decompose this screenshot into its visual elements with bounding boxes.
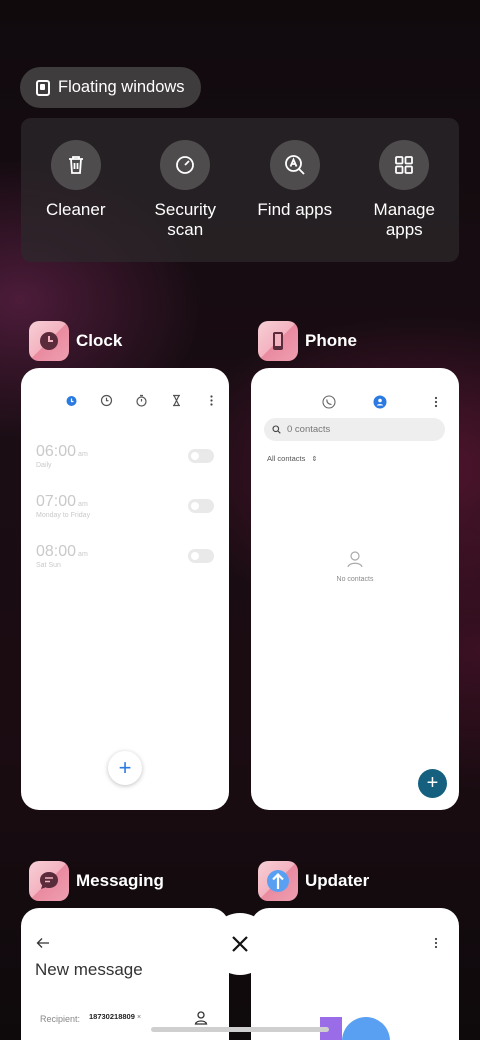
recipient-chip[interactable]: 18730218809 × — [89, 1012, 141, 1021]
clock-app-icon — [29, 321, 69, 361]
messaging-app-card[interactable]: New message Recipient: 18730218809 × — [21, 908, 229, 1040]
plus-icon: + — [426, 772, 439, 794]
call-log-tab-icon[interactable] — [322, 395, 336, 414]
grid-icon — [379, 140, 430, 190]
phone-app-card[interactable]: 0 contacts All contacts ⇕ No contacts + — [251, 368, 459, 810]
remove-recipient-icon[interactable]: × — [137, 1014, 141, 1021]
manage-apps-label: Manage apps — [373, 200, 435, 239]
alarm-repeat: Monday to Friday — [36, 512, 91, 519]
app-name-phone: Phone — [305, 331, 357, 350]
phone-app-icon — [258, 321, 298, 361]
find-apps-icon — [269, 140, 320, 190]
contacts-filter-label: All contacts — [267, 454, 306, 463]
app-name-updater: Updater — [305, 871, 370, 890]
alarm-row[interactable]: 06:00 am Daily — [36, 443, 214, 477]
clock-tabs — [65, 394, 218, 407]
security-scan-button[interactable]: Security scan — [131, 118, 241, 262]
security-scan-label: Security scan — [154, 200, 216, 239]
app-header-updater[interactable]: Updater — [258, 861, 369, 901]
more-options-icon[interactable] — [205, 394, 218, 407]
search-placeholder: 0 contacts — [287, 424, 331, 435]
find-apps-button[interactable]: Find apps — [240, 118, 350, 262]
new-message-title: New message — [35, 960, 143, 979]
security-scan-icon — [160, 140, 211, 190]
updater-app-card[interactable] — [251, 908, 459, 1040]
recipient-label: Recipient: — [40, 1014, 81, 1024]
cleaner-button[interactable]: Cleaner — [21, 118, 131, 262]
sort-arrows-icon: ⇕ — [311, 456, 318, 463]
updater-app-icon — [258, 861, 298, 901]
stopwatch-tab-icon[interactable] — [135, 394, 148, 407]
add-alarm-button[interactable]: + — [108, 751, 142, 785]
floating-windows-button[interactable]: Floating windows — [20, 67, 201, 108]
app-header-clock[interactable]: Clock — [29, 321, 122, 361]
manage-apps-button[interactable]: Manage apps — [350, 118, 460, 262]
alarm-repeat: Daily — [36, 462, 52, 469]
search-icon — [272, 421, 281, 439]
world-clock-tab-icon[interactable] — [100, 394, 113, 407]
recipient-number: 18730218809 — [89, 1012, 135, 1021]
trash-icon — [50, 140, 101, 190]
contacts-filter-dropdown[interactable]: All contacts ⇕ — [267, 454, 317, 463]
alarm-tab-icon[interactable] — [65, 394, 78, 407]
alarm-ampm: am — [78, 501, 88, 508]
app-header-phone[interactable]: Phone — [258, 321, 357, 361]
contacts-tab-icon[interactable] — [373, 395, 387, 414]
alarm-toggle[interactable] — [188, 499, 214, 513]
more-options-icon[interactable] — [430, 395, 442, 414]
app-name-messaging: Messaging — [76, 871, 164, 890]
alarm-time: 07:00 — [36, 493, 77, 510]
more-options-icon[interactable] — [430, 936, 442, 955]
alarm-row[interactable]: 08:00 am Sat Sun — [36, 543, 214, 577]
floating-window-icon — [36, 79, 50, 96]
alarm-time: 06:00 — [36, 443, 77, 460]
empty-person-icon — [345, 549, 365, 574]
alarm-repeat: Sat Sun — [36, 562, 61, 569]
find-apps-label: Find apps — [257, 200, 333, 219]
app-header-messaging[interactable]: Messaging — [29, 861, 164, 901]
alarm-toggle[interactable] — [188, 449, 214, 463]
quick-tools-panel: Cleaner Security scan Find apps Manage a… — [21, 118, 459, 262]
plus-icon: + — [118, 755, 132, 780]
alarm-toggle[interactable] — [188, 549, 214, 563]
cleaner-label: Cleaner — [45, 200, 106, 219]
close-icon — [232, 936, 248, 952]
no-contacts-text: No contacts — [336, 576, 374, 583]
floating-windows-label: Floating windows — [58, 78, 185, 96]
back-arrow-icon[interactable] — [36, 936, 50, 954]
messaging-app-icon — [29, 861, 69, 901]
navigation-handle[interactable] — [151, 1027, 329, 1032]
alarm-ampm: am — [78, 451, 88, 458]
contacts-search-input[interactable]: 0 contacts — [264, 418, 445, 441]
clock-app-card[interactable]: 06:00 am Daily 07:00 am Monday to Friday 0… — [21, 368, 229, 810]
app-name-clock: Clock — [76, 331, 123, 350]
timer-tab-icon[interactable] — [170, 394, 183, 407]
add-contact-button[interactable]: + — [418, 769, 447, 798]
alarm-time: 08:00 — [36, 543, 77, 560]
alarm-row[interactable]: 07:00 am Monday to Friday — [36, 493, 214, 527]
updater-illustration-icon — [320, 1015, 400, 1040]
close-all-button[interactable] — [209, 913, 271, 975]
alarm-ampm: am — [78, 551, 88, 558]
